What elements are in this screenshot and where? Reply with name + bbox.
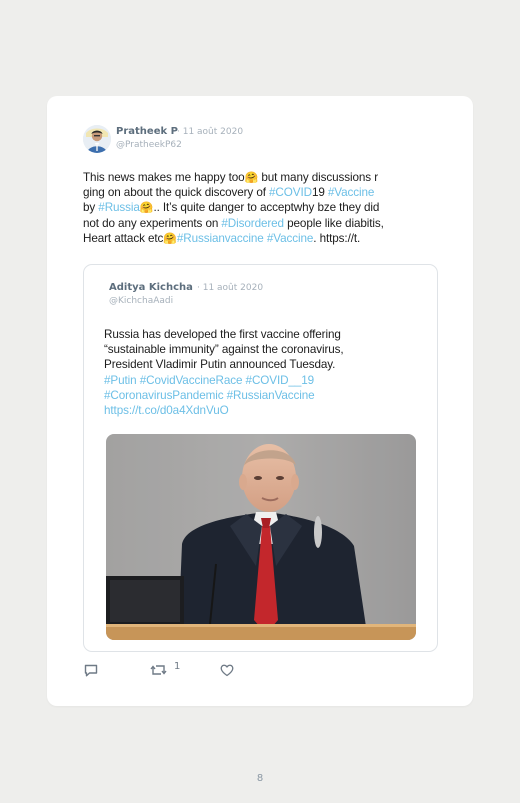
retweet-icon bbox=[150, 665, 167, 675]
quoted-line: President Vladimir Putin announced Tuesd… bbox=[104, 357, 404, 372]
hashtag-link[interactable]: #CoronavirusPandemic bbox=[104, 389, 224, 402]
tweet-line: by #Russia🤗.. It’s quite danger to accep… bbox=[83, 200, 439, 215]
quoted-line: #CoronavirusPandemic #RussianVaccine bbox=[104, 388, 404, 403]
text-segment: but many discussions r bbox=[258, 171, 378, 184]
quoted-line: Russia has developed the first vaccine o… bbox=[104, 327, 404, 342]
quoted-line: https://t.co/d0a4XdnVuO bbox=[104, 403, 404, 418]
tweet-text: This news makes me happy too🤗 but many d… bbox=[83, 170, 439, 246]
tweet-date[interactable]: · 11 août 2020 bbox=[177, 127, 243, 137]
putin-photo-image bbox=[106, 434, 416, 640]
quoted-author-name[interactable]: Aditya Kichcha bbox=[109, 282, 193, 293]
tweet-line: Heart attack etc🤗#Russianvaccine #Vaccin… bbox=[83, 231, 439, 246]
reply-icon bbox=[84, 664, 98, 677]
tweet-line: This news makes me happy too🤗 but many d… bbox=[83, 170, 439, 185]
hashtag-link[interactable]: #Russianvaccine bbox=[177, 232, 264, 245]
text-segment: . https://t. bbox=[313, 231, 361, 245]
hashtag-link[interactable]: #Putin bbox=[104, 374, 137, 387]
hugging-face-emoji: 🤗 bbox=[163, 231, 177, 245]
hashtag-link[interactable]: #COVID bbox=[269, 186, 312, 199]
hashtag-link[interactable]: #Disordered bbox=[221, 217, 284, 230]
avatar-image bbox=[83, 125, 111, 153]
quoted-line: “sustainable immunity” against the coron… bbox=[104, 342, 404, 357]
text-segment: .. It’s quite danger to acceptwhy bze th… bbox=[153, 201, 380, 215]
hugging-face-emoji: 🤗 bbox=[139, 201, 154, 215]
author-handle[interactable]: @PratheekP62 bbox=[116, 140, 182, 150]
tweet-line: ging on about the quick discovery of #CO… bbox=[83, 185, 439, 200]
text-segment: people like diabitis, bbox=[283, 216, 384, 230]
quoted-tweet-text: Russia has developed the first vaccine o… bbox=[104, 327, 404, 418]
text-segment: not do any experiments on bbox=[83, 216, 222, 230]
hashtag-link[interactable]: #Russia bbox=[98, 201, 140, 214]
reply-button[interactable] bbox=[83, 662, 99, 683]
hashtag-link[interactable]: #CovidVaccineRace bbox=[140, 374, 243, 387]
author-name[interactable]: Pratheek P bbox=[116, 126, 178, 137]
hashtag-link[interactable]: #RussianVaccine bbox=[227, 389, 315, 402]
text-segment: by bbox=[83, 201, 99, 215]
text-segment: President Vladimir Putin announced Tuesd… bbox=[104, 358, 336, 372]
page-number: 8 bbox=[256, 773, 264, 784]
heart-icon bbox=[220, 664, 234, 677]
text-segment: 19 bbox=[311, 186, 328, 200]
quoted-author-handle[interactable]: @KichchaAadi bbox=[109, 296, 173, 306]
text-segment: “sustainable immunity” against the coron… bbox=[104, 343, 344, 357]
hashtag-link[interactable]: #Vaccine bbox=[267, 232, 314, 245]
hashtag-link[interactable]: #Vaccine bbox=[328, 186, 375, 199]
tweet-card: Pratheek P · 11 août 2020 @PratheekP62 T… bbox=[47, 96, 473, 706]
retweet-button[interactable]: 1 bbox=[150, 661, 180, 683]
hashtag-link[interactable]: #COVID__19 bbox=[246, 374, 315, 387]
hashtag-link[interactable]: https://t.co/d0a4XdnVuO bbox=[104, 404, 229, 417]
tweet-line: not do any experiments on #Disordered pe… bbox=[83, 216, 439, 231]
quoted-line: #Putin #CovidVaccineRace #COVID__19 bbox=[104, 373, 404, 388]
hugging-face-emoji: 🤗 bbox=[244, 171, 259, 184]
text-segment: Heart attack etc bbox=[83, 231, 164, 245]
quoted-tweet-photo[interactable] bbox=[106, 434, 416, 640]
text-segment: This news makes me happy too bbox=[83, 171, 245, 184]
quoted-tweet[interactable]: Aditya Kichcha · 11 août 2020 @KichchaAa… bbox=[83, 264, 438, 652]
text-segment: ging on about the quick discovery of bbox=[83, 186, 270, 200]
like-button[interactable] bbox=[219, 662, 235, 683]
retweet-count: 1 bbox=[174, 661, 181, 672]
quoted-tweet-date[interactable]: · 11 août 2020 bbox=[197, 283, 263, 293]
text-segment: Russia has developed the first vaccine o… bbox=[104, 328, 341, 341]
author-avatar[interactable] bbox=[83, 125, 111, 153]
